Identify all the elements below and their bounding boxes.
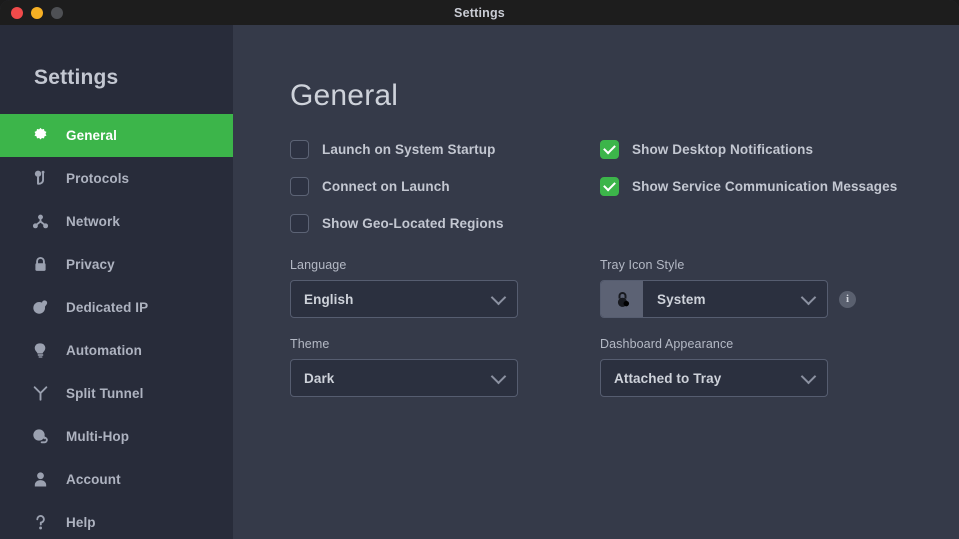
zoom-window-button[interactable] xyxy=(51,6,63,19)
protocols-icon xyxy=(31,170,49,188)
sidebar-item-protocols[interactable]: Protocols xyxy=(0,157,233,200)
checkbox-label: Show Desktop Notifications xyxy=(632,142,814,157)
field-label: Language xyxy=(290,258,347,272)
checkbox-label: Show Service Communication Messages xyxy=(632,179,898,194)
language-select[interactable]: English xyxy=(290,280,518,318)
select-value: Dark xyxy=(304,370,335,386)
sidebar-item-privacy[interactable]: Privacy xyxy=(0,243,233,286)
sidebar-item-label: Multi-Hop xyxy=(66,429,130,444)
sidebar-item-label: Account xyxy=(66,472,121,487)
settings-content: Launch on System Startup Connect on Laun… xyxy=(290,131,937,397)
sidebar-item-label: Automation xyxy=(66,343,142,358)
sidebar-item-help[interactable]: Help xyxy=(0,501,233,539)
checkbox-grid: Launch on System Startup Connect on Laun… xyxy=(290,131,937,239)
chevron-down-icon xyxy=(800,289,817,306)
window-title: Settings xyxy=(454,5,505,20)
info-icon[interactable]: i xyxy=(839,290,856,308)
checkbox-label: Connect on Launch xyxy=(322,179,450,194)
lightbulb-icon xyxy=(31,342,49,360)
chevron-down-icon xyxy=(490,289,507,306)
checkbox-label: Launch on System Startup xyxy=(322,142,496,157)
sidebar-item-label: Protocols xyxy=(66,171,130,186)
sidebar-item-automation[interactable]: Automation xyxy=(0,329,233,372)
split-tunnel-icon xyxy=(31,385,49,403)
globe-pin-icon xyxy=(31,299,49,317)
chevron-down-icon xyxy=(800,368,817,385)
sidebar-item-general[interactable]: General xyxy=(0,114,233,157)
main-content: General Launch on System Startup Connect… xyxy=(233,25,959,539)
field-language: Language English xyxy=(290,258,518,318)
field-label: Dashboard Appearance xyxy=(600,337,734,351)
field-label: Theme xyxy=(290,337,330,351)
checkbox-label: Show Geo-Located Regions xyxy=(322,216,504,231)
chevron-down-icon xyxy=(490,368,507,385)
sidebar-item-label: Help xyxy=(66,515,96,530)
checkbox-column-left: Launch on System Startup Connect on Laun… xyxy=(290,131,504,242)
select-value: Attached to Tray xyxy=(614,370,722,386)
checkbox-launch-on-system-startup[interactable]: Launch on System Startup xyxy=(290,131,504,168)
gear-icon xyxy=(31,127,49,145)
sidebar-item-label: Privacy xyxy=(66,257,115,272)
lock-icon xyxy=(601,281,643,317)
titlebar: Settings xyxy=(0,0,959,25)
question-icon xyxy=(31,514,49,532)
traffic-lights xyxy=(0,6,63,19)
sidebar-item-dedicated-ip[interactable]: Dedicated IP xyxy=(0,286,233,329)
dashboard-appearance-select[interactable]: Attached to Tray xyxy=(600,359,828,397)
checkbox-connect-on-launch[interactable]: Connect on Launch xyxy=(290,168,504,205)
multi-hop-icon xyxy=(31,428,49,446)
checkbox-show-geo-located-regions[interactable]: Show Geo-Located Regions xyxy=(290,205,504,242)
sidebar-item-multi-hop[interactable]: Multi-Hop xyxy=(0,415,233,458)
window-body: Settings General Protocols Network Priva… xyxy=(0,25,959,539)
field-theme: Theme Dark xyxy=(290,337,518,397)
minimize-window-button[interactable] xyxy=(31,6,43,19)
select-value: English xyxy=(304,291,354,307)
sidebar-item-split-tunnel[interactable]: Split Tunnel xyxy=(0,372,233,415)
field-dashboard-appearance: Dashboard Appearance Attached to Tray xyxy=(600,337,828,397)
close-window-button[interactable] xyxy=(11,6,23,19)
page-title: General xyxy=(290,79,399,112)
settings-window: Settings Settings General Protocols Netw… xyxy=(0,0,959,539)
sidebar: Settings General Protocols Network Priva… xyxy=(0,25,233,539)
network-icon xyxy=(31,213,49,231)
field-label: Tray Icon Style xyxy=(600,258,685,272)
sidebar-item-label: Dedicated IP xyxy=(66,300,149,315)
sidebar-item-label: General xyxy=(66,128,117,143)
checkbox-indicator[interactable] xyxy=(290,140,309,159)
person-icon xyxy=(31,471,49,489)
checkbox-indicator[interactable] xyxy=(290,177,309,196)
checkbox-column-right: Show Desktop Notifications Show Service … xyxy=(600,131,897,205)
field-tray-icon-style: Tray Icon Style System i xyxy=(600,258,856,318)
checkbox-indicator[interactable] xyxy=(290,214,309,233)
checkbox-show-desktop-notifications[interactable]: Show Desktop Notifications xyxy=(600,131,897,168)
lock-icon xyxy=(31,256,49,274)
tray-icon-style-select[interactable]: System xyxy=(600,280,828,318)
theme-select[interactable]: Dark xyxy=(290,359,518,397)
sidebar-item-account[interactable]: Account xyxy=(0,458,233,501)
tray-icon-style-row: System i xyxy=(600,280,856,318)
sidebar-item-label: Network xyxy=(66,214,120,229)
checkbox-show-service-communication-messages[interactable]: Show Service Communication Messages xyxy=(600,168,897,205)
sidebar-item-label: Split Tunnel xyxy=(66,386,144,401)
checkbox-indicator[interactable] xyxy=(600,177,619,196)
sidebar-item-network[interactable]: Network xyxy=(0,200,233,243)
select-value: System xyxy=(657,291,706,307)
sidebar-nav: General Protocols Network Privacy Dedica… xyxy=(0,114,233,539)
sidebar-title: Settings xyxy=(34,66,119,89)
checkbox-indicator[interactable] xyxy=(600,140,619,159)
